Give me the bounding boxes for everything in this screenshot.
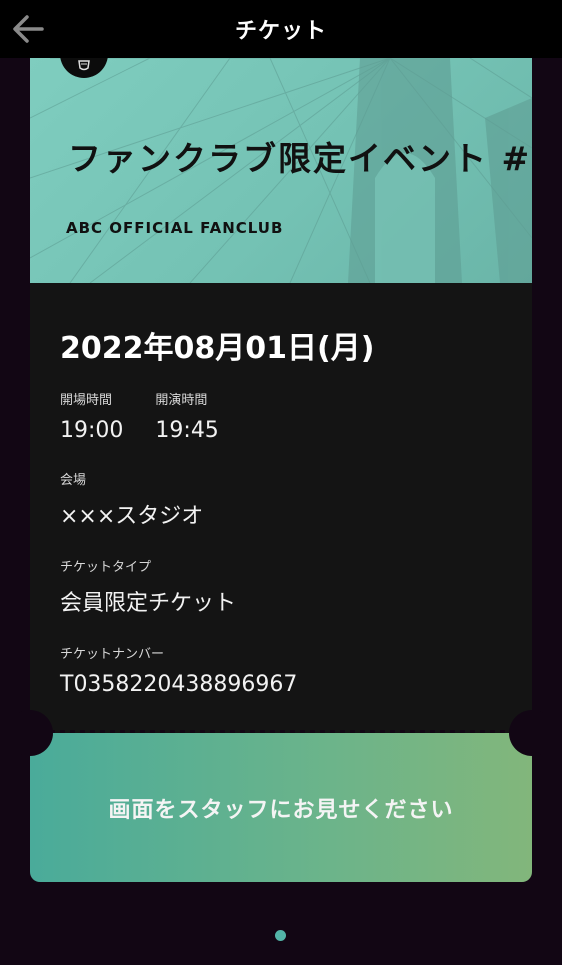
- ticket-type-group: チケットタイプ 会員限定チケット: [60, 556, 502, 617]
- ticket-perforation: [30, 730, 532, 733]
- venue-group: 会場 ×××スタジオ: [60, 469, 502, 530]
- page-title: チケット: [234, 19, 327, 44]
- start-time-value: 19:45: [155, 418, 219, 443]
- fanclub-name: ABC OFFICIAL FANCLUB: [66, 219, 284, 237]
- ticket-number-label: チケットナンバー: [60, 647, 165, 662]
- event-banner: ファンクラブ限定イベント #2 ABC OFFICIAL FANCLUB: [30, 58, 532, 283]
- event-date: 2022年08月01日(月): [60, 331, 375, 366]
- arrow-left-icon: [13, 15, 44, 43]
- ticket-card: ファンクラブ限定イベント #2 ABC OFFICIAL FANCLUB 202…: [7, 58, 555, 882]
- ticket-notch-left: [7, 710, 53, 756]
- venue-value: ×××スタジオ: [60, 504, 204, 529]
- venue-label: 会場: [60, 473, 87, 488]
- show-staff-panel: 画面をスタッフにお見せください: [30, 733, 532, 882]
- show-staff-message: 画面をスタッフにお見せください: [108, 797, 454, 823]
- app-header: チケット: [0, 0, 562, 58]
- page-indicator-dot[interactable]: [275, 930, 286, 941]
- event-title: ファンクラブ限定イベント #2: [68, 139, 532, 178]
- open-time-value: 19:00: [60, 418, 124, 443]
- back-button[interactable]: [8, 10, 48, 48]
- open-time-group: 開場時間 19:00: [60, 389, 123, 443]
- ticket-type-label: チケットタイプ: [60, 560, 152, 575]
- event-times: 開場時間 19:00 開演時間 19:45: [60, 389, 502, 443]
- ticket-number-value: T0358220438896967: [60, 672, 298, 697]
- ticket-details: 2022年08月01日(月) 開場時間 19:00 開演時間 19:45 会場 …: [30, 283, 532, 733]
- ticket-type-value: 会員限定チケット: [60, 591, 237, 616]
- ticket-notch-right: [509, 710, 555, 756]
- start-time-label: 開演時間: [155, 393, 208, 408]
- open-time-label: 開場時間: [60, 393, 113, 408]
- start-time-group: 開演時間 19:45: [155, 389, 218, 443]
- ticket-number-group: チケットナンバー T0358220438896967: [60, 643, 502, 697]
